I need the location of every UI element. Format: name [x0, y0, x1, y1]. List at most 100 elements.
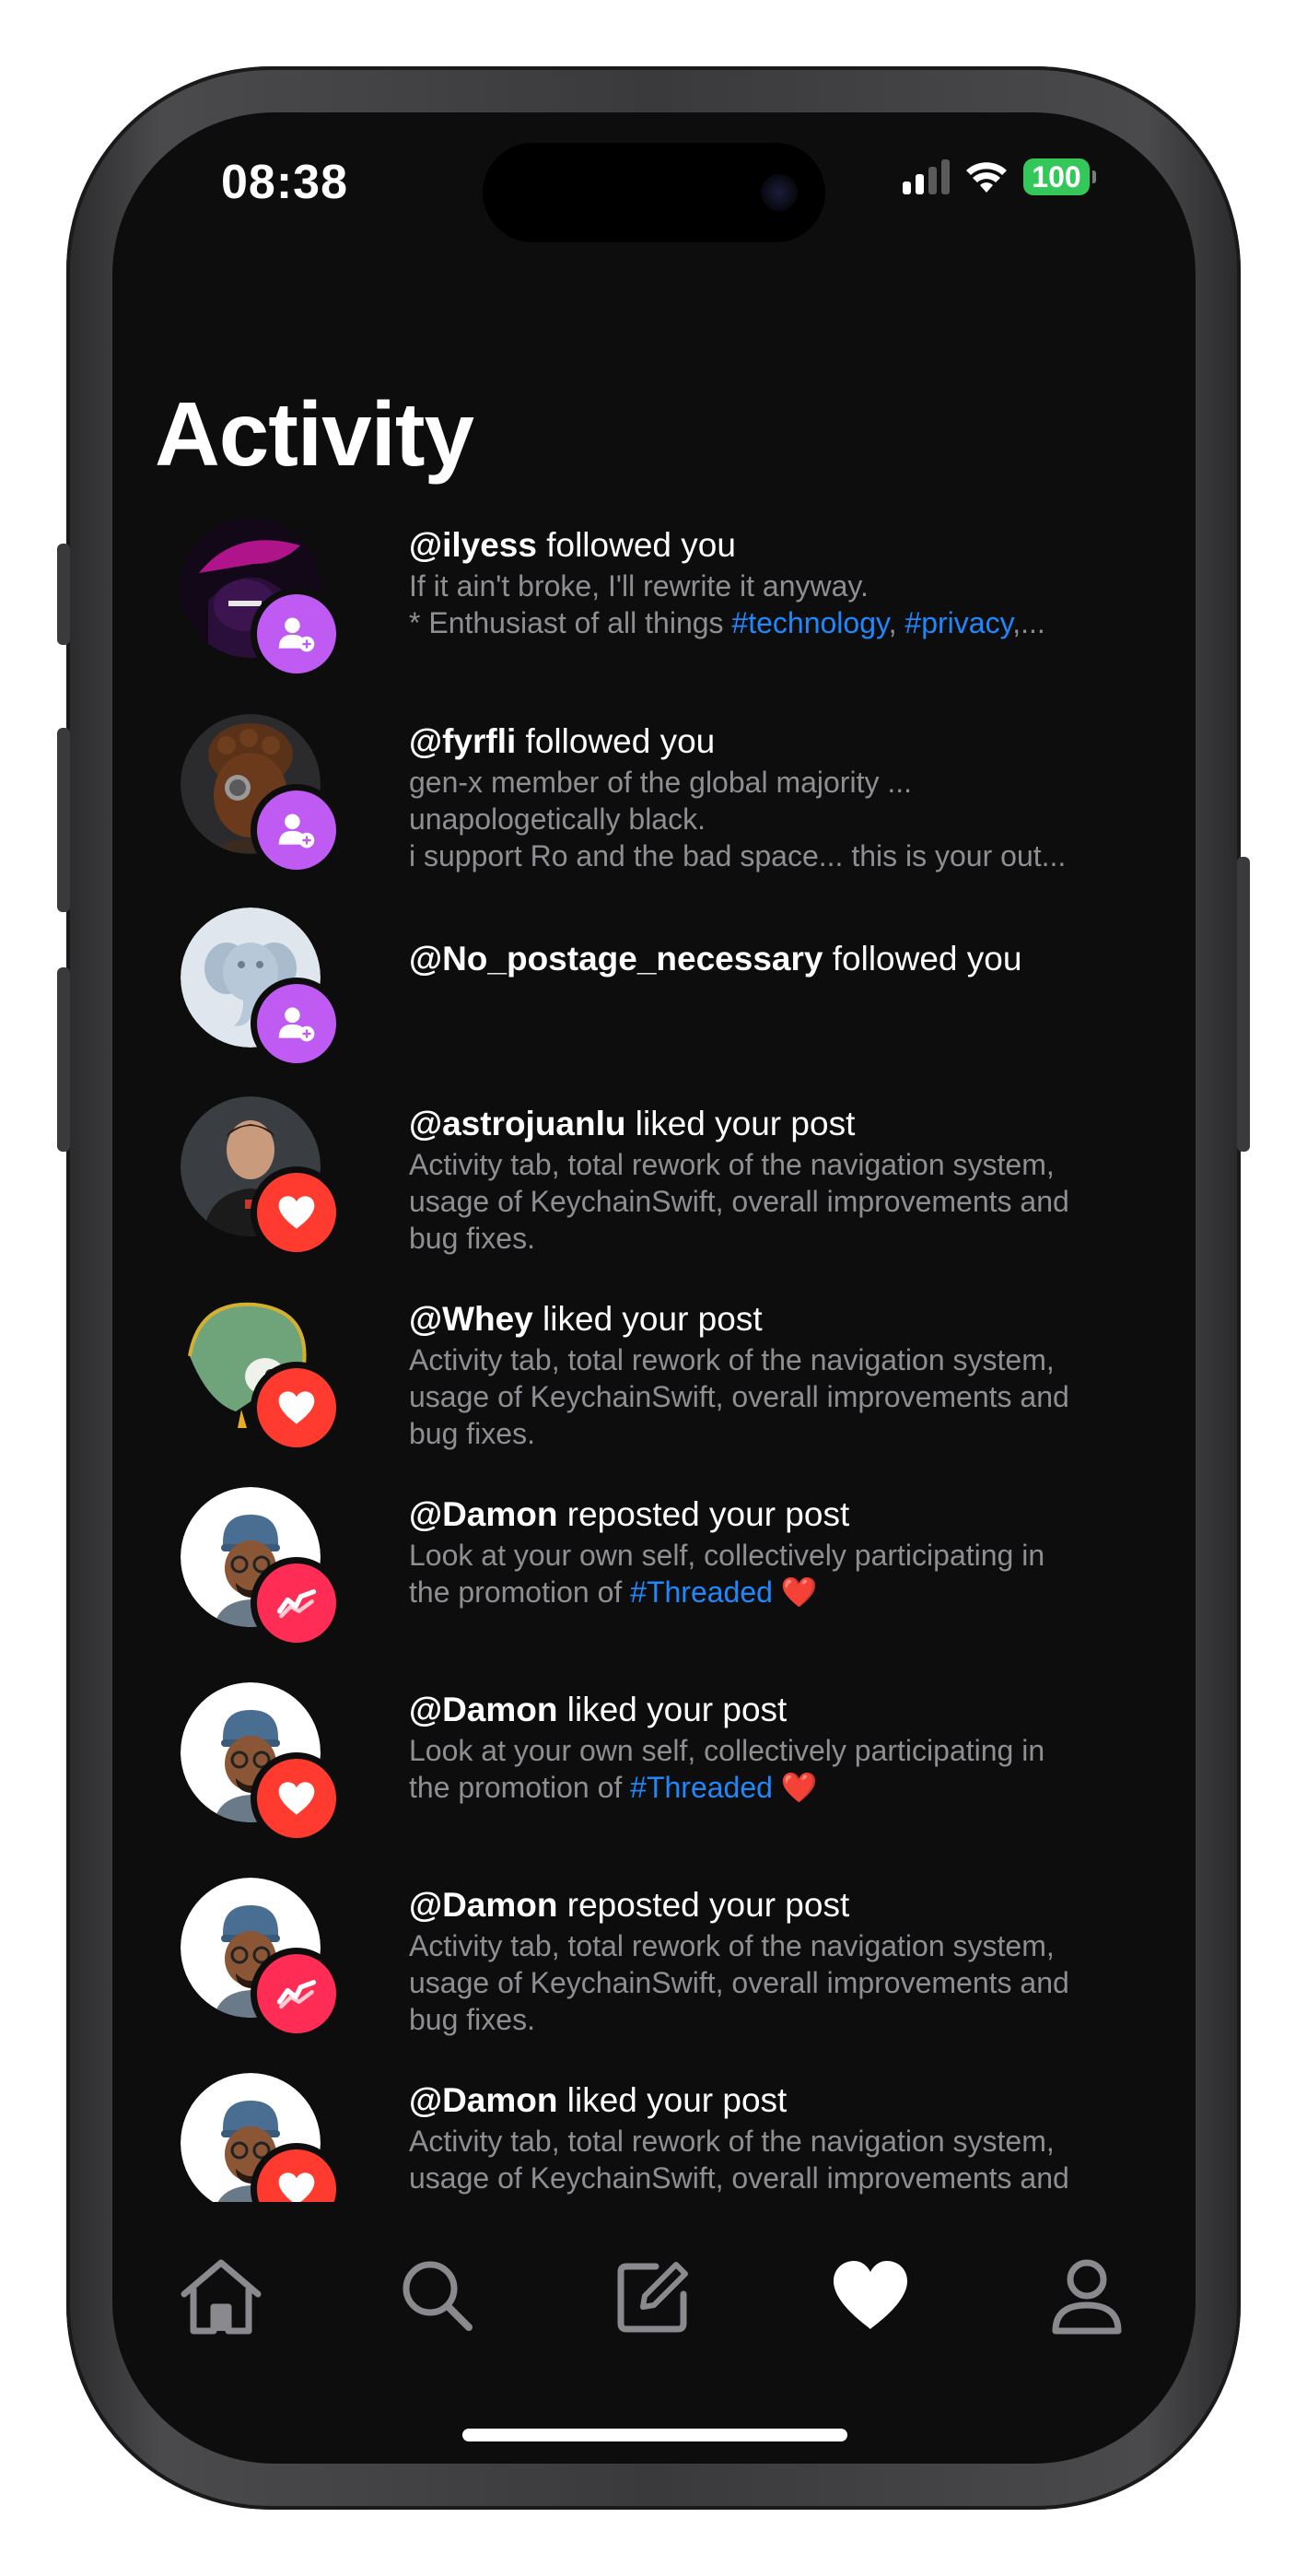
hashtag-link[interactable]: #privacy	[904, 606, 1012, 639]
snippet-text: usage of KeychainSwift, overall improvem…	[409, 1380, 1069, 1413]
snippet-text: If it ain't broke, I'll rewrite it anywa…	[409, 569, 869, 603]
activity-action: liked your post	[532, 1300, 763, 1338]
activity-headline: @fyrfli followed you	[409, 721, 1157, 762]
activity-headline: @Whey liked your post	[409, 1299, 1157, 1340]
post-snippet-line: usage of KeychainSwift, overall improvem…	[409, 1378, 1157, 1415]
hashtag-link[interactable]: #technology	[731, 606, 888, 639]
snippet-text: Activity tab, total rework of the naviga…	[409, 2125, 1055, 2158]
compose-icon	[617, 2262, 688, 2333]
repost-badge-icon	[251, 1948, 343, 2040]
activity-action: liked your post	[557, 2081, 788, 2119]
post-snippet-line: unapologetically black.	[409, 801, 1157, 837]
post-snippet-line: If it ain't broke, I'll rewrite it anywa…	[409, 568, 1157, 604]
post-snippet-line: usage of KeychainSwift, overall improvem…	[409, 1964, 1157, 2001]
user-handle[interactable]: @No_postage_necessary	[409, 940, 823, 978]
user-handle[interactable]: @fyrfli	[409, 722, 516, 760]
post-snippet-line: Activity tab, total rework of the naviga…	[409, 1341, 1157, 1378]
post-snippet-line: the promotion of #Threaded ❤️	[409, 1574, 1157, 1610]
snippet-text: unapologetically black.	[409, 802, 706, 836]
snippet-text: ,	[888, 606, 905, 639]
activity-text: @Whey liked your post Activity tab, total…	[409, 1299, 1157, 1452]
like-badge-icon	[251, 1362, 343, 1454]
post-snippet-line: * Enthusiast of all things #technology, …	[409, 604, 1157, 641]
activity-headline: @Damon liked your post	[409, 2080, 1157, 2121]
tab-search[interactable]	[391, 2250, 484, 2342]
avatar-wrap[interactable]	[181, 1878, 343, 2040]
activity-text: @No_postage_necessary followed you	[409, 939, 1157, 979]
user-handle[interactable]: @ilyess	[409, 526, 537, 564]
avatar-wrap[interactable]	[181, 1682, 343, 1844]
activity-action: liked your post	[625, 1105, 856, 1142]
follow-badge-icon	[251, 978, 343, 1070]
activity-text: @fyrfli followed you gen-x member of the …	[409, 721, 1157, 874]
user-handle[interactable]: @Damon	[409, 2081, 557, 2119]
user-handle[interactable]: @Damon	[409, 1886, 557, 1924]
follow-badge-icon	[251, 784, 343, 876]
snippet-text: bug fixes.	[409, 1222, 535, 1255]
activity-feed[interactable]: @ilyess followed you If it ain't broke, I…	[0, 0, 1307, 2202]
snippet-text: usage of KeychainSwift, overall improvem…	[409, 1185, 1069, 1218]
search-icon	[403, 2261, 473, 2331]
snippet-text: bug fixes.	[409, 1417, 535, 1450]
user-handle[interactable]: @Damon	[409, 1495, 557, 1533]
user-handle[interactable]: @Damon	[409, 1691, 557, 1728]
home-indicator[interactable]	[462, 2429, 847, 2441]
activity-action: followed you	[516, 722, 716, 760]
like-badge-icon	[251, 1752, 343, 1844]
activity-action: reposted your post	[557, 1495, 850, 1533]
snippet-text: usage of KeychainSwift, overall improvem…	[409, 2161, 1069, 2195]
activity-headline: @No_postage_necessary followed you	[409, 939, 1157, 979]
post-snippet-line: Look at your own self, collectively part…	[409, 1732, 1157, 1769]
avatar-wrap[interactable]	[181, 1292, 343, 1454]
snippet-text: the promotion of	[409, 1771, 631, 1804]
snippet-text: the promotion of	[409, 1575, 631, 1609]
avatar-wrap[interactable]	[181, 907, 343, 1070]
snippet-text: Activity tab, total rework of the naviga…	[409, 1343, 1055, 1376]
post-snippet-line: the promotion of #Threaded ❤️	[409, 1769, 1157, 1806]
post-snippet-line: bug fixes.	[409, 1415, 1157, 1452]
avatar-wrap[interactable]	[181, 2073, 343, 2202]
activity-action: liked your post	[557, 1691, 788, 1728]
tab-compose[interactable]	[608, 2250, 700, 2342]
avatar-wrap[interactable]	[181, 714, 343, 876]
tab-home[interactable]	[175, 2250, 267, 2342]
profile-icon	[1052, 2259, 1122, 2335]
user-handle[interactable]: @Whey	[409, 1300, 533, 1338]
snippet-text: Activity tab, total rework of the naviga…	[409, 1148, 1055, 1181]
like-badge-icon	[251, 1166, 343, 1259]
post-snippet-line: usage of KeychainSwift, overall improvem…	[409, 2160, 1157, 2196]
post-snippet-line: bug fixes.	[409, 1220, 1157, 1257]
follow-badge-icon	[251, 588, 343, 680]
snippet-text: Look at your own self, collectively part…	[409, 1734, 1045, 1767]
avatar-wrap[interactable]	[181, 518, 343, 680]
avatar-wrap[interactable]	[181, 1487, 343, 1649]
activity-action: reposted your post	[557, 1886, 850, 1924]
activity-action: followed you	[536, 526, 736, 564]
snippet-text: usage of KeychainSwift, overall improvem…	[409, 1966, 1069, 1999]
repost-badge-icon	[251, 1557, 343, 1649]
post-snippet-line: Activity tab, total rework of the naviga…	[409, 2123, 1157, 2160]
activity-headline: @Damon reposted your post	[409, 1885, 1157, 1926]
snippet-text: bug fixes.	[409, 2003, 535, 2036]
tab-profile[interactable]	[1041, 2250, 1133, 2342]
post-snippet-line: bug fixes.	[409, 2001, 1157, 2038]
user-handle[interactable]: @astrojuanlu	[409, 1105, 626, 1142]
post-snippet-line: gen-x member of the global majority ...	[409, 764, 1157, 801]
activity-text: @Damon liked your post Activity tab, tota…	[409, 2080, 1157, 2202]
post-snippet-line: Look at your own self, collectively part…	[409, 1537, 1157, 1574]
tab-activity[interactable]	[824, 2250, 916, 2342]
activity-text: @Damon reposted your post Activity tab, t…	[409, 1885, 1157, 2038]
snippet-text: ❤️	[772, 1575, 818, 1609]
snippet-text: * Enthusiast of all things	[409, 606, 732, 639]
snippet-text: ❤️	[772, 1771, 818, 1804]
activity-headline: @Damon liked your post	[409, 1690, 1157, 1730]
tab-bar	[112, 2202, 1196, 2377]
snippet-text: ,...	[1012, 606, 1045, 639]
avatar-wrap[interactable]	[181, 1096, 343, 1259]
hashtag-link[interactable]: #Threaded	[630, 1771, 773, 1804]
post-snippet-line: usage of KeychainSwift, overall improvem…	[409, 1183, 1157, 1220]
activity-headline: @Damon reposted your post	[409, 1494, 1157, 1535]
post-snippet-line: Activity tab, total rework of the naviga…	[409, 1146, 1157, 1183]
snippet-text: Activity tab, total rework of the naviga…	[409, 1929, 1055, 1962]
hashtag-link[interactable]: #Threaded	[630, 1575, 773, 1609]
